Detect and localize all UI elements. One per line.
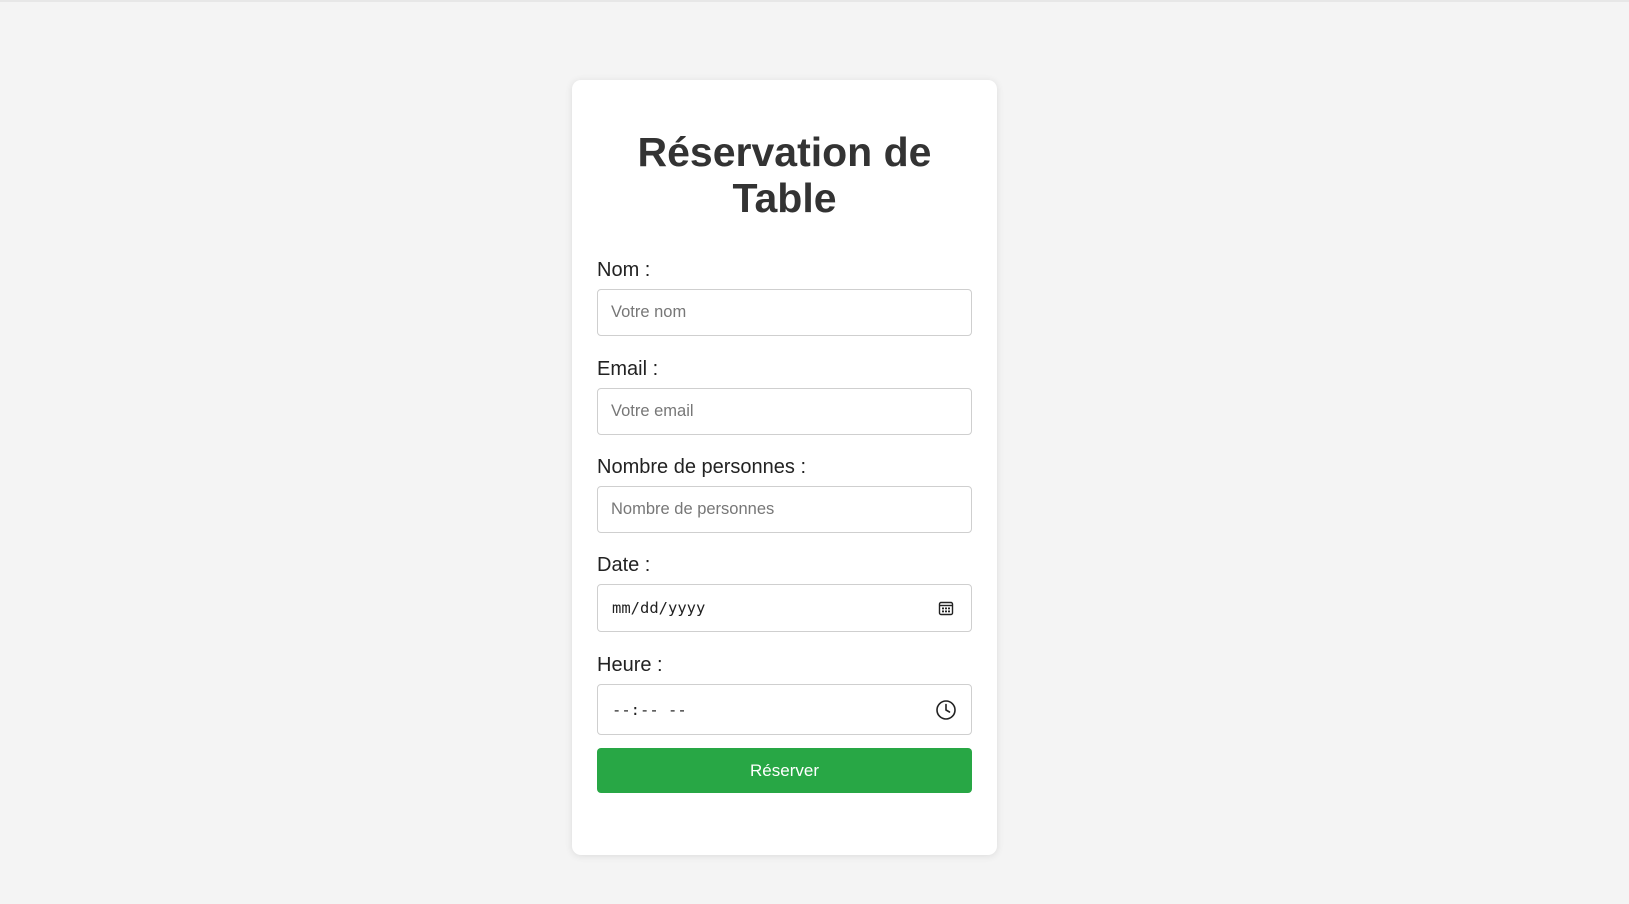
time-field: Heure : --:-- --: [597, 653, 972, 735]
name-label: Nom :: [597, 259, 651, 281]
page-title: Réservation de Table: [637, 129, 932, 221]
reservation-form: Nom : Email : Nombre de personnes : Date…: [597, 258, 972, 793]
email-input-box: [597, 388, 972, 435]
email-label: Email :: [597, 358, 659, 380]
guests-field: Nombre de personnes :: [597, 455, 972, 533]
browser-top-edge: [0, 0, 1629, 5]
reserve-button[interactable]: Réserver: [597, 748, 972, 793]
time-label: Heure :: [597, 654, 663, 676]
name-input[interactable]: [598, 290, 971, 335]
email-input[interactable]: [598, 389, 971, 434]
reservation-card: Réservation de Table Nom : Email : Nombr…: [572, 80, 997, 855]
time-input[interactable]: --:-- --: [597, 684, 972, 735]
name-field: Nom :: [597, 258, 972, 336]
date-field: Date : mm/dd/yyyy: [597, 553, 972, 632]
guests-input-box: [597, 486, 972, 533]
time-placeholder[interactable]: --:-- --: [612, 685, 687, 734]
name-input-box: [597, 289, 972, 336]
email-field: Email :: [597, 357, 972, 435]
calendar-icon[interactable]: [934, 596, 958, 620]
date-placeholder[interactable]: mm/dd/yyyy: [612, 585, 705, 631]
date-input[interactable]: mm/dd/yyyy: [597, 584, 972, 632]
date-label: Date :: [597, 554, 651, 576]
clock-icon[interactable]: [934, 698, 958, 722]
guests-input[interactable]: [598, 487, 971, 532]
guests-label: Nombre de personnes :: [597, 456, 807, 478]
